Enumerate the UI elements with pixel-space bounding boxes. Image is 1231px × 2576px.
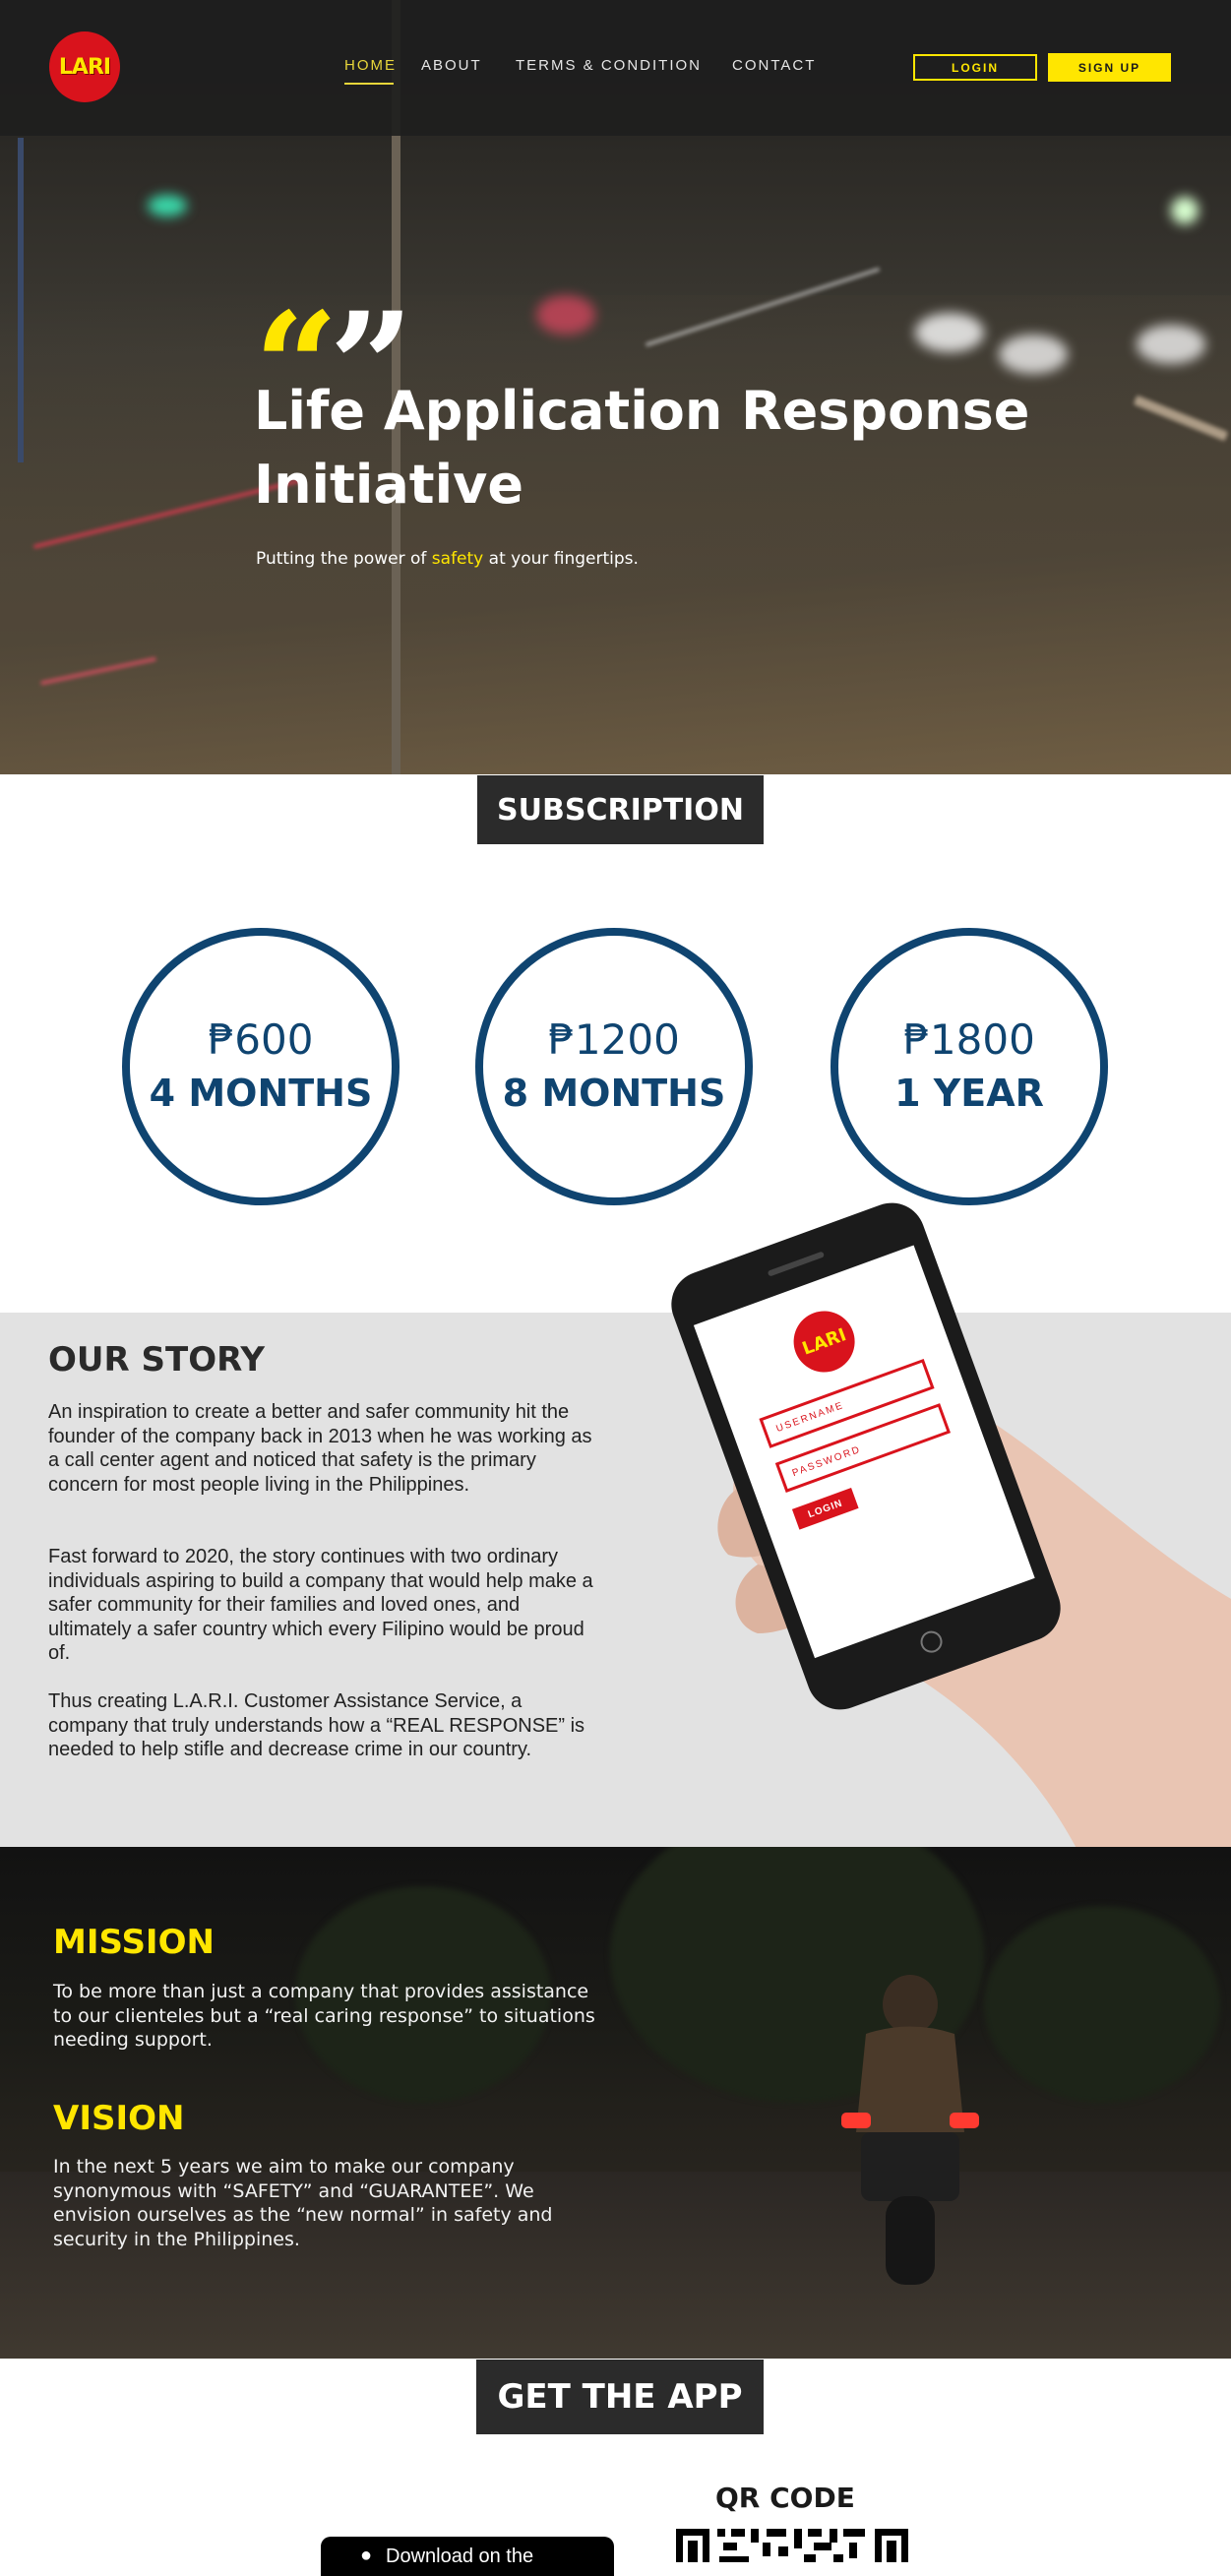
signup-button[interactable]: SIGN UP xyxy=(1048,53,1171,82)
mission-text: To be more than just a company that prov… xyxy=(53,1981,595,2051)
car-headlight xyxy=(1137,325,1205,364)
vision-text: In the next 5 years we aim to make our c… xyxy=(53,2156,553,2250)
traffic-light xyxy=(148,195,187,216)
plan-price: ₱600 xyxy=(208,1015,314,1064)
plan-duration: 1 YEAR xyxy=(894,1072,1044,1115)
get-the-app-heading: GET THE APP xyxy=(476,2360,764,2434)
plan-duration: 8 MONTHS xyxy=(502,1072,726,1115)
hero-title: Life Application Response Initiative xyxy=(254,380,1030,516)
login-button[interactable]: LOGIN xyxy=(913,54,1037,81)
top-navbar: LARI HOME ABOUT TERMS & CONDITION CONTAC… xyxy=(0,0,1231,136)
qr-code-image xyxy=(676,2527,908,2562)
qr-code-heading: QR CODE xyxy=(715,2482,855,2514)
phone-login-button: LOGIN xyxy=(791,1488,859,1530)
phone-home-button xyxy=(917,1627,946,1656)
plan-price: ₱1200 xyxy=(548,1015,680,1064)
mission-heading: MISSION xyxy=(53,1923,215,1962)
app-store-button[interactable]: ● Download on the xyxy=(321,2537,614,2576)
vision-heading: VISION xyxy=(53,2099,185,2138)
car-headlight xyxy=(915,313,984,352)
motorcycle-rider xyxy=(841,1975,979,2285)
nav-link-terms[interactable]: TERMS & CONDITION xyxy=(516,57,702,74)
app-store-label: Download on the xyxy=(386,2545,534,2567)
hero-subtitle: Putting the power of safety at your fing… xyxy=(256,549,639,569)
story-paragraph: Thus creating L.A.R.I. Customer Assistan… xyxy=(48,1690,585,1760)
plan-duration: 4 MONTHS xyxy=(149,1072,373,1115)
apple-icon: ● xyxy=(360,2545,373,2566)
lari-logo[interactable]: LARI xyxy=(49,31,120,102)
subscription-heading: SUBSCRIPTION xyxy=(477,775,764,844)
plan-card[interactable]: ₱1800 1 YEAR xyxy=(831,928,1108,1205)
nav-link-about[interactable]: ABOUT xyxy=(421,57,482,74)
story-paragraph: An inspiration to create a better and sa… xyxy=(48,1401,592,1496)
street-light xyxy=(1171,197,1199,224)
phone-speaker xyxy=(767,1251,826,1277)
nav-link-home[interactable]: HOME xyxy=(344,57,397,74)
hero-section: LARI HOME ABOUT TERMS & CONDITION CONTAC… xyxy=(0,0,1231,774)
nav-link-contact[interactable]: CONTACT xyxy=(732,57,816,74)
story-paragraph: Fast forward to 2020, the story continue… xyxy=(48,1546,593,1664)
plan-card[interactable]: ₱600 4 MONTHS xyxy=(122,928,400,1205)
plan-price: ₱1800 xyxy=(903,1015,1035,1064)
background-tree xyxy=(984,1906,1220,2103)
hero-subtitle-highlight: safety xyxy=(431,549,484,569)
nav-active-underline xyxy=(344,83,394,85)
street-pole xyxy=(18,138,24,462)
car-taillight xyxy=(536,295,595,335)
phone-logo: LARI xyxy=(784,1302,864,1381)
plan-card[interactable]: ₱1200 8 MONTHS xyxy=(475,928,753,1205)
car-headlight xyxy=(999,335,1068,374)
our-story-heading: OUR STORY xyxy=(48,1340,266,1380)
